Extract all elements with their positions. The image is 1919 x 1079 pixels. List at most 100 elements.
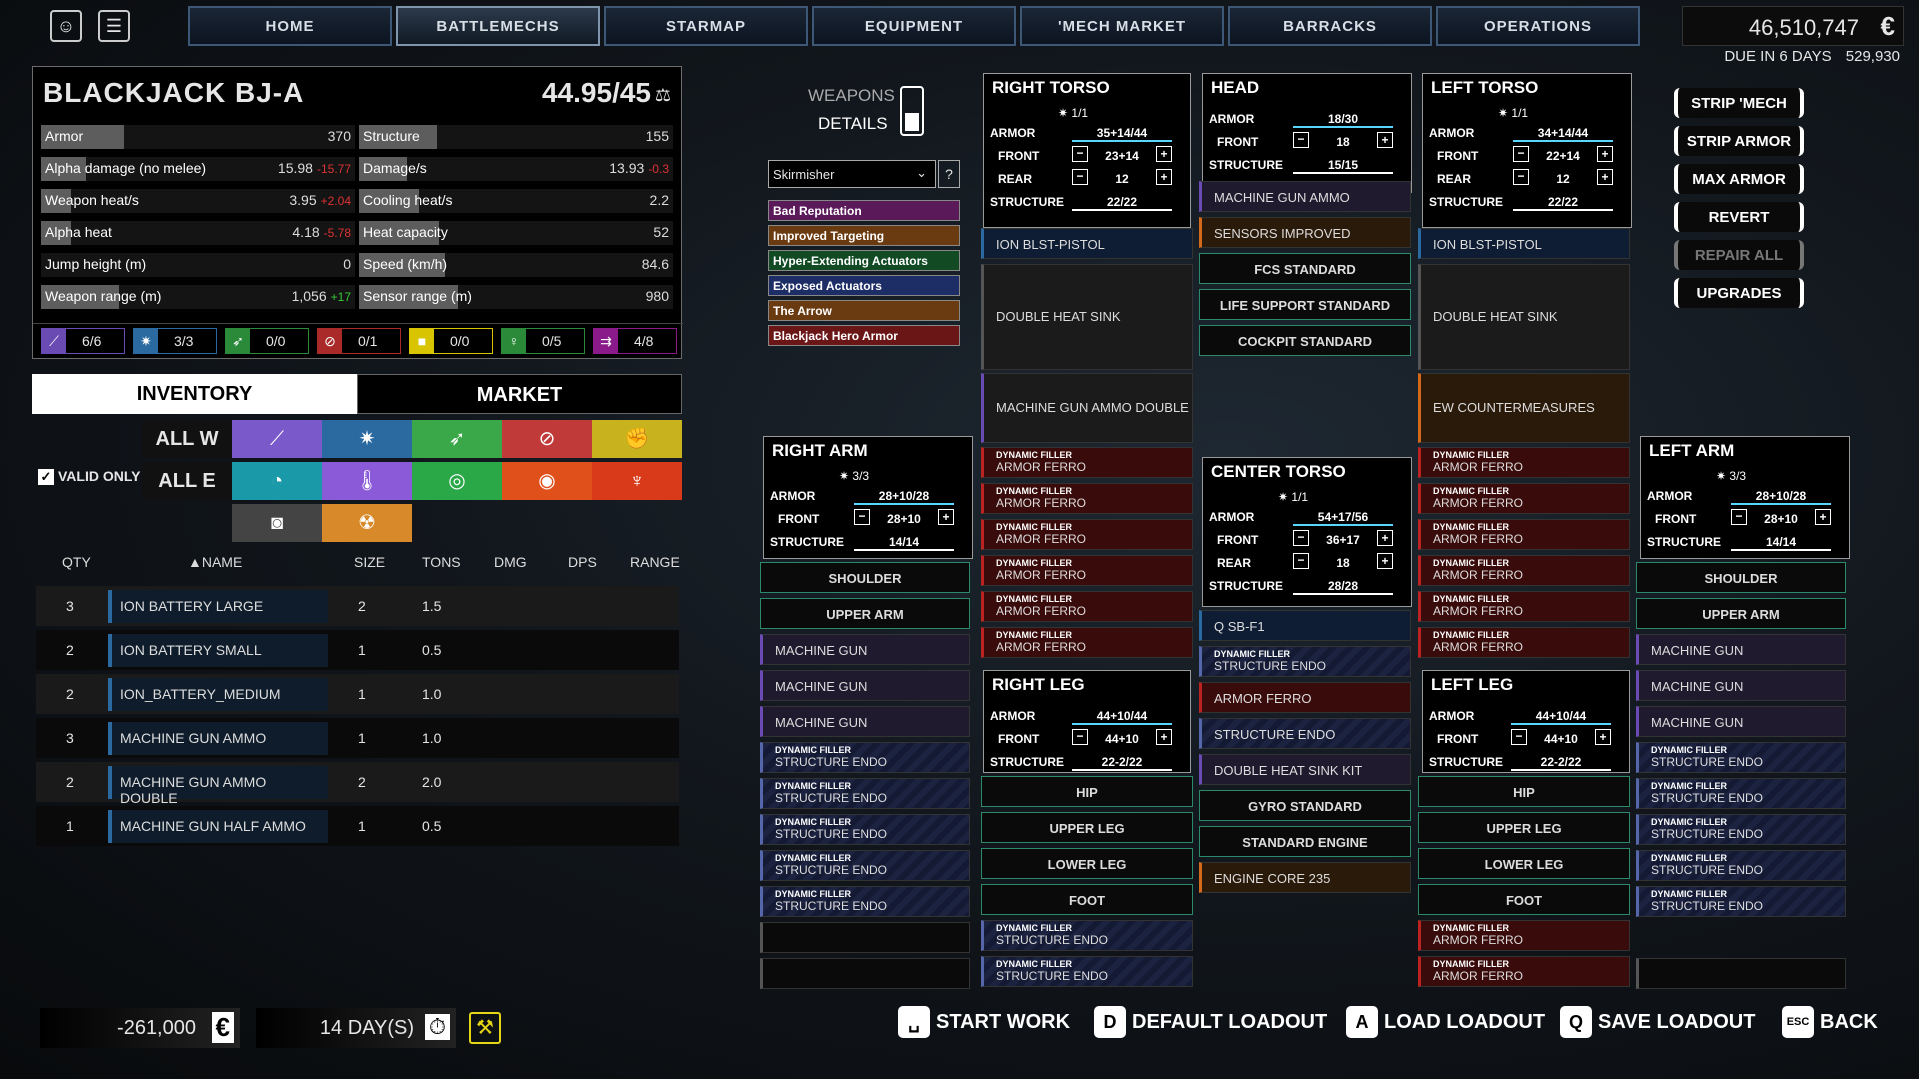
nav-barracks[interactable]: BARRACKS <box>1228 6 1432 46</box>
work-order-icon[interactable]: ⚒ <box>469 1012 501 1044</box>
slot-item[interactable]: DYNAMIC FILLER ARMOR FERRO <box>981 627 1193 658</box>
slot-item[interactable] <box>1636 958 1846 989</box>
slot-item[interactable]: Q SB-F1 <box>1199 610 1411 641</box>
slot-item[interactable]: MACHINE GUN <box>760 634 970 665</box>
slot-item[interactable]: ION BLST-PISTOL <box>981 228 1193 259</box>
slot-item[interactable] <box>760 958 970 989</box>
slot-item[interactable]: UPPER ARM <box>1636 598 1846 629</box>
table-row[interactable]: 2 ION_BATTERY_MEDIUM 1 1.0 <box>36 674 679 714</box>
table-row[interactable]: 3 ION BATTERY LARGE 2 1.5 <box>36 586 679 626</box>
slot-item[interactable]: DYNAMIC FILLER STRUCTURE ENDO <box>760 850 970 881</box>
col-dps[interactable]: DPS <box>568 554 597 570</box>
armor-minus-button[interactable]: − <box>1511 729 1527 745</box>
slot-item[interactable]: DYNAMIC FILLER ARMOR FERRO <box>1418 447 1630 478</box>
slot-item[interactable]: DYNAMIC FILLER ARMOR FERRO <box>981 591 1193 622</box>
slot-item[interactable]: DYNAMIC FILLER STRUCTURE ENDO <box>1636 886 1846 917</box>
filter-ammo-icon[interactable]: ◙ <box>232 504 322 542</box>
row-name[interactable]: ION_BATTERY_MEDIUM <box>108 678 328 711</box>
filter-gauge-icon[interactable]: ◔ <box>232 462 322 500</box>
slot-item[interactable]: DYNAMIC FILLER STRUCTURE ENDO <box>1636 850 1846 881</box>
nav-mech-market[interactable]: 'MECH MARKET <box>1020 6 1224 46</box>
armor-plus-button[interactable]: + <box>1597 146 1613 162</box>
pilot-icon[interactable]: ☺ <box>50 10 82 42</box>
slot-item[interactable]: DYNAMIC FILLER STRUCTURE ENDO <box>760 742 970 773</box>
filter-targeting-icon[interactable]: ◎ <box>412 462 502 500</box>
toggle-switch[interactable] <box>900 86 924 136</box>
col-range[interactable]: RANGE <box>630 554 680 570</box>
slot-item[interactable]: DYNAMIC FILLER STRUCTURE ENDO <box>981 920 1193 951</box>
slot-item[interactable]: DYNAMIC FILLER STRUCTURE ENDO <box>1636 742 1846 773</box>
slot-item[interactable]: DYNAMIC FILLER ARMOR FERRO <box>1418 956 1630 987</box>
filter-energy-icon[interactable]: ✷ <box>322 420 412 458</box>
col-dmg[interactable]: DMG <box>494 554 527 570</box>
filter-heat-icon[interactable]: 🌡 <box>322 462 412 500</box>
nav-equipment[interactable]: EQUIPMENT <box>812 6 1016 46</box>
row-name[interactable]: ION BATTERY LARGE <box>108 590 328 623</box>
rear-minus-button[interactable]: − <box>1513 169 1529 185</box>
slot-item[interactable]: STRUCTURE ENDO <box>1199 718 1411 749</box>
filter-sensor-icon[interactable]: ◉ <box>502 462 592 500</box>
filter-reactor-icon[interactable]: ☢ <box>322 504 412 542</box>
col-size[interactable]: SIZE <box>354 554 385 570</box>
action-strip-mechbutton[interactable]: STRIP 'MECH <box>1674 88 1804 118</box>
slot-item[interactable]: DOUBLE HEAT SINK <box>981 264 1193 370</box>
slot-item[interactable]: DYNAMIC FILLER ARMOR FERRO <box>1418 555 1630 586</box>
slot-item[interactable]: DYNAMIC FILLER ARMOR FERRO <box>1418 920 1630 951</box>
key-load-loadout[interactable]: A LOAD LOADOUT <box>1346 1006 1545 1038</box>
slot-item[interactable]: UPPER LEG <box>1418 812 1630 843</box>
slot-item[interactable]: UPPER LEG <box>981 812 1193 843</box>
slot-item[interactable]: DYNAMIC FILLER ARMOR FERRO <box>1418 483 1630 514</box>
slot-item[interactable]: DYNAMIC FILLER ARMOR FERRO <box>981 519 1193 550</box>
slot-item[interactable]: DYNAMIC FILLER STRUCTURE ENDO <box>1199 646 1411 677</box>
slot-item[interactable]: MACHINE GUN <box>1636 706 1846 737</box>
armor-minus-button[interactable]: − <box>854 509 870 525</box>
rear-plus-button[interactable]: + <box>1377 553 1393 569</box>
tab-market[interactable]: MARKET <box>357 374 682 414</box>
key-start-work[interactable]: ␣ START WORK <box>898 1006 1070 1038</box>
rear-plus-button[interactable]: + <box>1156 169 1172 185</box>
armor-plus-button[interactable]: + <box>1156 729 1172 745</box>
valid-only-checkbox[interactable]: ✓ VALID ONLY <box>38 468 140 485</box>
armor-plus-button[interactable]: + <box>1377 132 1393 148</box>
armor-minus-button[interactable]: − <box>1072 729 1088 745</box>
armor-plus-button[interactable]: + <box>1156 146 1172 162</box>
role-dropdown[interactable]: Skirmisher ⌄ <box>768 160 936 188</box>
armor-minus-button[interactable]: − <box>1293 530 1309 546</box>
slot-item[interactable]: COCKPIT STANDARD <box>1199 325 1411 356</box>
slot-item[interactable]: ENGINE CORE 235 <box>1199 862 1411 893</box>
slot-item[interactable]: DYNAMIC FILLER ARMOR FERRO <box>981 555 1193 586</box>
row-name[interactable]: MACHINE GUN HALF AMMO <box>108 810 328 843</box>
slot-item[interactable]: DYNAMIC FILLER STRUCTURE ENDO <box>981 956 1193 987</box>
slot-item[interactable]: DOUBLE HEAT SINK KIT <box>1199 754 1411 785</box>
slot-item[interactable]: DOUBLE HEAT SINK <box>1418 264 1630 370</box>
tab-inventory[interactable]: INVENTORY <box>32 374 357 414</box>
action-repair-allbutton[interactable]: REPAIR ALL <box>1674 240 1804 270</box>
slot-item[interactable]: FCS STANDARD <box>1199 253 1411 284</box>
action-max-armorbutton[interactable]: MAX ARMOR <box>1674 164 1804 194</box>
slot-item[interactable]: DYNAMIC FILLER ARMOR FERRO <box>1418 591 1630 622</box>
slot-item[interactable]: STANDARD ENGINE <box>1199 826 1411 857</box>
slot-item[interactable]: LOWER LEG <box>981 848 1193 879</box>
log-icon[interactable]: ☰ <box>98 10 130 42</box>
nav-operations[interactable]: OPERATIONS <box>1436 6 1640 46</box>
slot-item[interactable]: MACHINE GUN AMMO <box>1199 181 1411 212</box>
armor-plus-button[interactable]: + <box>1815 509 1831 525</box>
row-name[interactable]: ION BATTERY SMALL <box>108 634 328 667</box>
slot-item[interactable]: SENSORS IMPROVED <box>1199 217 1411 248</box>
table-row[interactable]: 1 MACHINE GUN HALF AMMO 1 0.5 <box>36 806 679 846</box>
slot-item[interactable]: LOWER LEG <box>1418 848 1630 879</box>
col-qty[interactable]: QTY <box>62 554 91 570</box>
table-row[interactable]: 2 ION BATTERY SMALL 1 0.5 <box>36 630 679 670</box>
slot-item[interactable]: LIFE SUPPORT STANDARD <box>1199 289 1411 320</box>
slot-item[interactable]: MACHINE GUN AMMO DOUBLE <box>981 373 1193 443</box>
slot-item[interactable]: DYNAMIC FILLER STRUCTURE ENDO <box>760 814 970 845</box>
filter-all-weapons[interactable]: ALL W <box>142 420 232 458</box>
weapons-details-toggle[interactable]: WEAPONS DETAILS <box>796 86 926 136</box>
action-upgradesbutton[interactable]: UPGRADES <box>1674 278 1804 308</box>
armor-minus-button[interactable]: − <box>1513 146 1529 162</box>
col-tons[interactable]: TONS <box>422 554 461 570</box>
slot-item[interactable]: FOOT <box>1418 884 1630 915</box>
row-name[interactable]: MACHINE GUN AMMO <box>108 722 328 755</box>
slot-item[interactable]: SHOULDER <box>760 562 970 593</box>
slot-item[interactable]: HIP <box>1418 776 1630 807</box>
